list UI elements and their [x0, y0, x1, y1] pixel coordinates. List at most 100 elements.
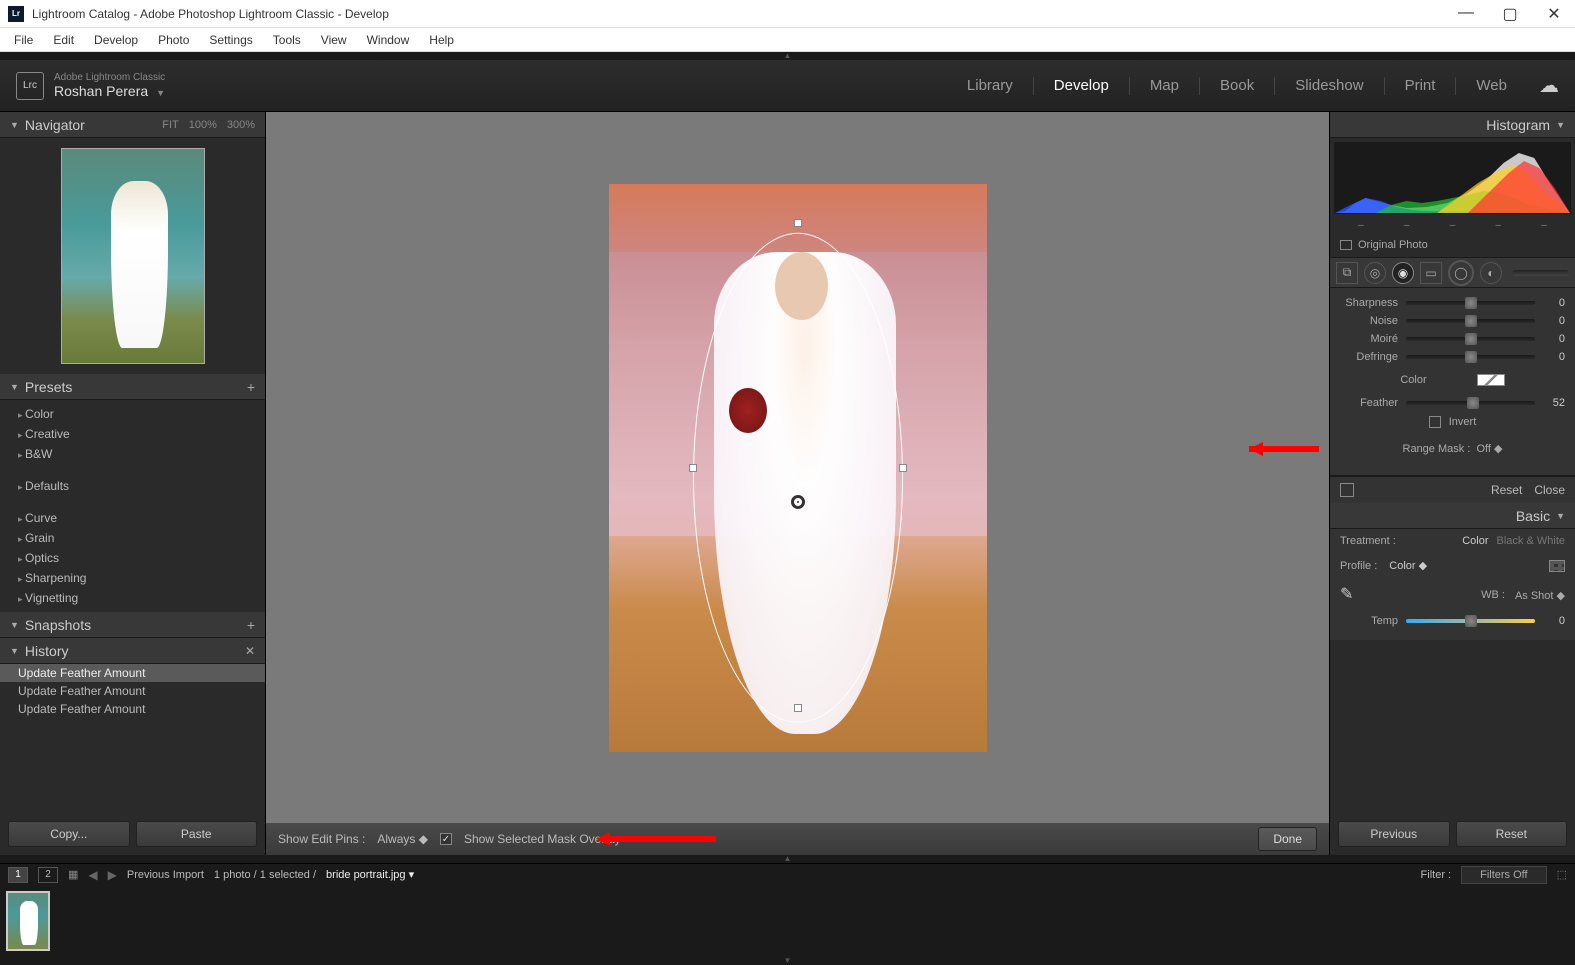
treatment-bw[interactable]: Black & White [1497, 535, 1565, 547]
wb-dropdown[interactable]: As Shot ◆ [1515, 589, 1565, 602]
radial-handle-right[interactable] [899, 464, 907, 472]
gradient-tool-icon[interactable]: ▭ [1420, 262, 1442, 284]
navigator-preview[interactable] [0, 138, 265, 374]
menu-help[interactable]: Help [421, 31, 462, 49]
history-header[interactable]: ▼History✕ [0, 638, 265, 664]
radial-tool-icon[interactable]: ◯ [1448, 260, 1474, 286]
eyedropper-icon[interactable]: ✎ [1340, 584, 1362, 606]
module-library[interactable]: Library [947, 77, 1034, 95]
filter-dropdown[interactable]: Filters Off [1461, 866, 1546, 884]
preset-group-bw[interactable]: B&W [0, 444, 265, 464]
moire-slider[interactable]: Moiré0 [1340, 330, 1565, 348]
color-swatch[interactable] [1477, 374, 1505, 386]
invert-label[interactable]: Invert [1449, 416, 1477, 428]
module-book[interactable]: Book [1200, 77, 1275, 95]
original-photo-toggle[interactable]: Original Photo [1330, 233, 1575, 258]
preset-group-grain[interactable]: Grain [0, 528, 265, 548]
filmstrip-thumbnail[interactable] [6, 891, 50, 951]
preset-group-vignetting[interactable]: Vignetting [0, 588, 265, 608]
show-pins-dropdown[interactable]: Always ◆ [377, 832, 428, 846]
source-label[interactable]: Previous Import [127, 869, 204, 881]
photo-preview[interactable] [609, 184, 987, 752]
preset-group-curve[interactable]: Curve [0, 508, 265, 528]
edit-pin[interactable] [791, 495, 805, 509]
noise-slider[interactable]: Noise0 [1340, 312, 1565, 330]
filter-lock-icon[interactable]: ⬚ [1557, 868, 1567, 881]
snapshots-header[interactable]: ▼Snapshots+ [0, 612, 265, 638]
profile-dropdown[interactable]: Color ◆ [1389, 559, 1427, 572]
histogram-header[interactable]: Histogram▼ [1330, 112, 1575, 138]
reset-button[interactable]: Reset [1456, 821, 1568, 847]
menu-develop[interactable]: Develop [86, 31, 146, 49]
brush-tool-icon[interactable]: ◐ [1480, 262, 1502, 284]
spot-tool-icon[interactable]: ◎ [1364, 262, 1386, 284]
module-slideshow[interactable]: Slideshow [1275, 77, 1384, 95]
filmstrip[interactable] [0, 885, 1575, 957]
add-preset-icon[interactable]: + [247, 379, 255, 395]
done-button[interactable]: Done [1258, 827, 1317, 851]
module-web[interactable]: Web [1456, 77, 1527, 95]
module-develop[interactable]: Develop [1034, 77, 1130, 95]
menu-tools[interactable]: Tools [265, 31, 309, 49]
screen-2-button[interactable]: 2 [38, 867, 58, 883]
close-button[interactable]: ✕ [1541, 4, 1567, 24]
radial-handle-left[interactable] [689, 464, 697, 472]
menu-photo[interactable]: Photo [150, 31, 197, 49]
menu-window[interactable]: Window [359, 31, 418, 49]
nav-forward-icon[interactable]: ▶ [108, 868, 117, 882]
temp-slider[interactable]: Temp0 [1340, 612, 1565, 630]
mask-overlay-checkbox[interactable]: ✓ [440, 833, 452, 845]
top-grip[interactable]: ▲ [0, 52, 1575, 60]
nav-fit[interactable]: FIT [162, 119, 179, 131]
preset-group-creative[interactable]: Creative [0, 424, 265, 444]
minimize-button[interactable]: — [1453, 4, 1479, 24]
profile-browser-icon[interactable] [1549, 560, 1565, 572]
copy-button[interactable]: Copy... [8, 821, 130, 847]
sharpness-slider[interactable]: Sharpness0 [1340, 294, 1565, 312]
toggle-panel-icon[interactable] [1340, 483, 1354, 497]
previous-button[interactable]: Previous [1338, 821, 1450, 847]
treatment-color[interactable]: Color [1462, 535, 1488, 547]
menu-file[interactable]: File [6, 31, 41, 49]
close-link[interactable]: Close [1534, 483, 1565, 497]
preset-group-color[interactable]: Color [0, 404, 265, 424]
defringe-slider[interactable]: Defringe0 [1340, 348, 1565, 366]
preset-group-sharpening[interactable]: Sharpening [0, 568, 265, 588]
grid-view-icon[interactable]: ▦ [68, 868, 78, 881]
add-snapshot-icon[interactable]: + [247, 617, 255, 633]
history-item[interactable]: Update Feather Amount [0, 700, 265, 718]
redeye-tool-icon[interactable]: ◉ [1392, 262, 1414, 284]
radial-handle-top[interactable] [794, 219, 802, 227]
history-item[interactable]: Update Feather Amount [0, 682, 265, 700]
paste-button[interactable]: Paste [136, 821, 258, 847]
radial-handle-bottom[interactable] [794, 704, 802, 712]
reset-link[interactable]: Reset [1491, 483, 1522, 497]
basic-header[interactable]: Basic▼ [1330, 503, 1575, 529]
feather-slider[interactable]: Feather52 [1340, 394, 1565, 412]
clear-history-icon[interactable]: ✕ [245, 644, 255, 658]
histogram-display[interactable] [1334, 142, 1571, 214]
presets-header[interactable]: ▼Presets+ [0, 374, 265, 400]
invert-checkbox[interactable] [1429, 416, 1441, 428]
menu-view[interactable]: View [313, 31, 355, 49]
navigator-header[interactable]: ▼Navigator FIT 100% 300% [0, 112, 265, 138]
preset-group-optics[interactable]: Optics [0, 548, 265, 568]
module-print[interactable]: Print [1385, 77, 1457, 95]
filename[interactable]: bride portrait.jpg ▾ [326, 868, 414, 881]
panel-divider[interactable]: ▲ [0, 855, 1575, 863]
bottom-grip[interactable]: ▼ [0, 957, 1575, 965]
maximize-button[interactable]: ▢ [1497, 4, 1523, 24]
module-map[interactable]: Map [1130, 77, 1200, 95]
history-item[interactable]: Update Feather Amount [0, 664, 265, 682]
menu-settings[interactable]: Settings [201, 31, 260, 49]
nav-300[interactable]: 300% [227, 119, 255, 131]
range-mask-dropdown[interactable]: Range Mask : Off ◆ [1340, 432, 1565, 465]
tool-slider[interactable] [1512, 270, 1569, 276]
nav-back-icon[interactable]: ◀ [88, 868, 97, 882]
user-name[interactable]: Roshan Perera▼ [54, 83, 165, 99]
preset-group-defaults[interactable]: Defaults [0, 476, 265, 496]
cloud-sync-icon[interactable]: ☁ [1539, 73, 1559, 98]
screen-1-button[interactable]: 1 [8, 867, 28, 883]
crop-tool-icon[interactable]: ⧉ [1336, 262, 1358, 284]
menu-edit[interactable]: Edit [45, 31, 82, 49]
